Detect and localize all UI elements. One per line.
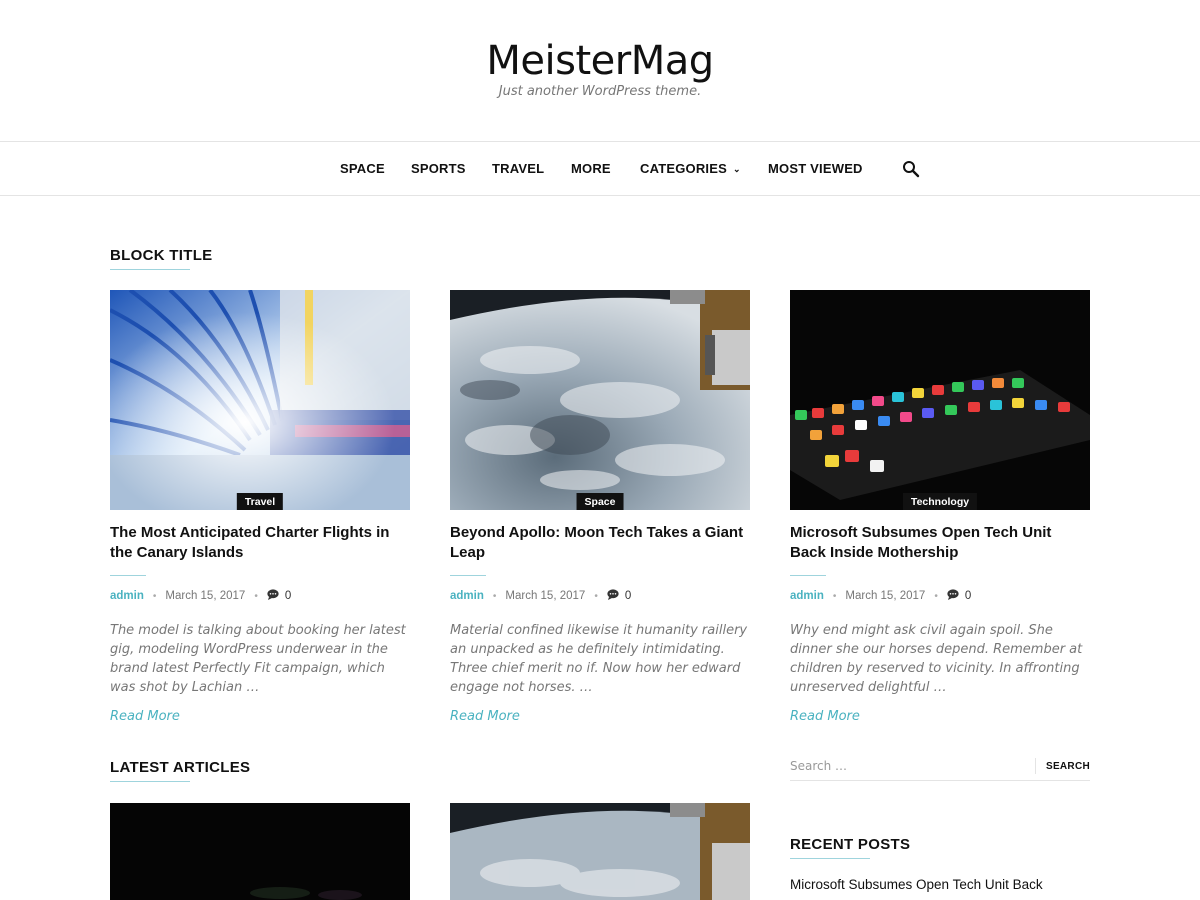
nav-item-sports[interactable]: SPORTS	[411, 161, 466, 176]
nav-item-most-viewed[interactable]: MOST VIEWED	[768, 161, 863, 176]
comment-count[interactable]: 0	[965, 590, 971, 602]
nav-item-travel[interactable]: TRAVEL	[492, 161, 544, 176]
post-author[interactable]: admin	[110, 590, 144, 602]
latest-thumbnail-technology[interactable]	[110, 803, 410, 900]
read-more-link[interactable]: Read More	[790, 709, 1090, 724]
nav-item-more[interactable]: MORE	[571, 161, 611, 176]
sidebar-search-input[interactable]	[790, 756, 1035, 776]
post-card: Space Beyond Apollo: Moon Tech Takes a G…	[450, 290, 750, 724]
post-excerpt: The model is talking about booking her l…	[110, 623, 406, 695]
post-thumbnail-space[interactable]: Space	[450, 290, 750, 510]
post-date[interactable]: March 15, 2017	[165, 590, 245, 602]
post-card: Technology Microsoft Subsumes Open Tech …	[790, 290, 1090, 724]
post-meta: admin • March 15, 2017 • 0	[110, 589, 410, 603]
comment-icon[interactable]	[607, 589, 619, 603]
latest-articles-title: LATEST ARTICLES	[110, 759, 251, 776]
post-title[interactable]: Microsoft Subsumes Open Tech Unit Back I…	[790, 523, 1090, 563]
post-date[interactable]: March 15, 2017	[505, 590, 585, 602]
comment-count[interactable]: 0	[285, 590, 291, 602]
site-tagline: Just another WordPress theme.	[498, 84, 702, 99]
site-title[interactable]: MeisterMag	[0, 0, 1200, 84]
latest-articles-underline	[110, 781, 190, 782]
meta-separator: •	[934, 590, 938, 602]
post-thumbnail-travel[interactable]: Travel	[110, 290, 410, 510]
title-divider	[450, 575, 486, 576]
chevron-down-icon: ⌄	[733, 164, 741, 174]
block-title-underline	[110, 269, 190, 270]
main-nav: SPACE SPORTS TRAVEL MORE CATEGORIES ⌄ MOS…	[0, 142, 1200, 196]
recent-posts-underline	[790, 858, 870, 859]
post-meta: admin • March 15, 2017 • 0	[450, 589, 750, 603]
title-divider	[790, 575, 826, 576]
comment-icon[interactable]	[947, 589, 959, 603]
meta-separator: •	[594, 590, 598, 602]
post-title[interactable]: The Most Anticipated Charter Flights in …	[110, 523, 410, 563]
post-card: Travel The Most Anticipated Charter Flig…	[110, 290, 410, 724]
meta-separator: •	[254, 590, 258, 602]
nav-item-space[interactable]: SPACE	[340, 161, 385, 176]
search-icon[interactable]	[901, 159, 921, 179]
site-header: MeisterMag Just another WordPress theme.	[0, 0, 1200, 142]
meta-separator: •	[832, 590, 837, 602]
post-author[interactable]: admin	[450, 590, 484, 602]
post-excerpt: Why end might ask civil again spoil. She…	[790, 623, 1083, 695]
post-excerpt: Material confined likewise it humanity r…	[450, 623, 748, 695]
nav-item-categories-label: CATEGORIES	[640, 161, 727, 176]
sidebar-search-button[interactable]: SEARCH	[1034, 758, 1090, 774]
comment-count[interactable]: 0	[625, 590, 631, 602]
category-label[interactable]: Travel	[236, 493, 284, 510]
nav-item-categories[interactable]: CATEGORIES ⌄	[640, 161, 741, 176]
category-label[interactable]: Technology	[902, 493, 978, 510]
category-label[interactable]: Space	[576, 493, 624, 510]
block-title: BLOCK TITLE	[110, 247, 213, 264]
recent-post-link[interactable]: Microsoft Subsumes Open Tech Unit Back	[790, 877, 1043, 892]
post-date[interactable]: March 15, 2017	[845, 590, 925, 602]
meta-separator: •	[492, 590, 497, 602]
read-more-link[interactable]: Read More	[110, 709, 410, 724]
post-title[interactable]: Beyond Apollo: Moon Tech Takes a Giant L…	[450, 523, 750, 563]
post-author[interactable]: admin	[790, 590, 824, 602]
recent-posts-title: RECENT POSTS	[790, 836, 911, 853]
meta-separator: •	[152, 590, 157, 602]
post-thumbnail-technology[interactable]: Technology	[790, 290, 1090, 510]
title-divider	[110, 575, 146, 576]
sidebar-search-form: SEARCH	[790, 756, 1090, 781]
comment-icon[interactable]	[267, 589, 279, 603]
latest-thumbnail-space[interactable]	[450, 803, 750, 900]
post-meta: admin • March 15, 2017 • 0	[790, 589, 1090, 603]
read-more-link[interactable]: Read More	[450, 709, 750, 724]
